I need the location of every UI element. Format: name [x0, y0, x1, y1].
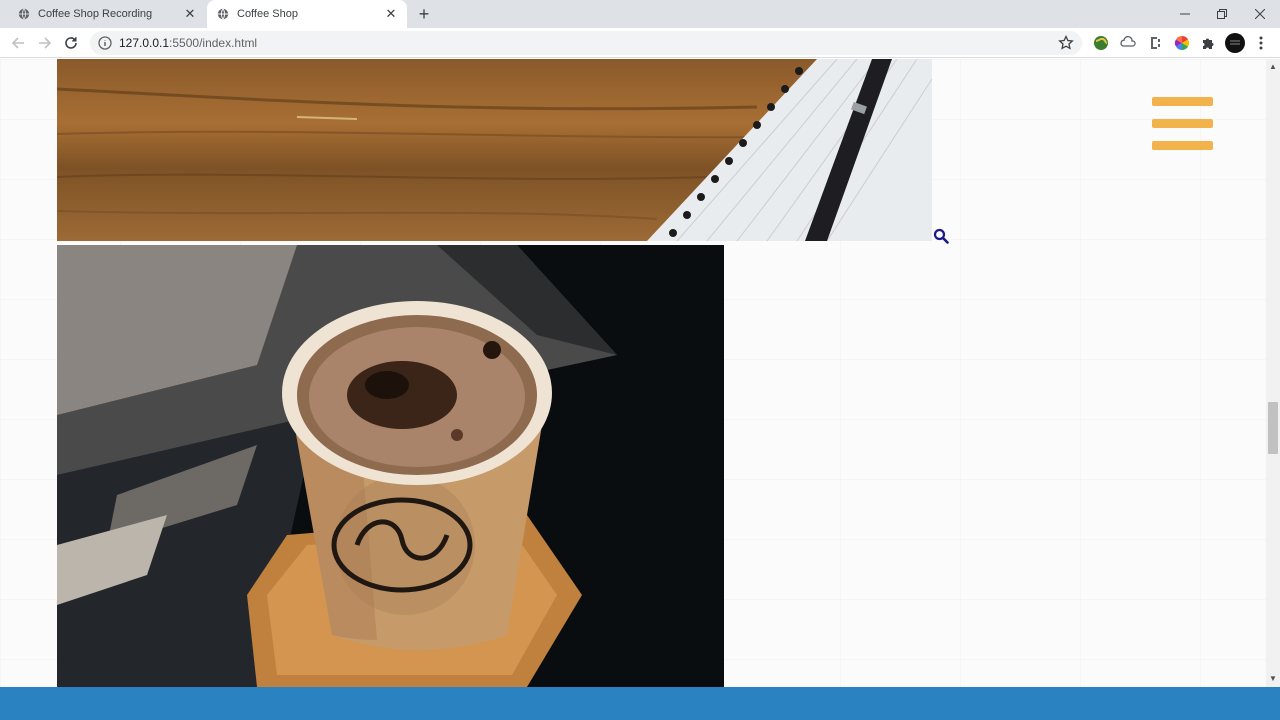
- bookmark-star-icon[interactable]: [1058, 35, 1074, 51]
- restore-button[interactable]: [1203, 0, 1241, 28]
- hamburger-bar: [1152, 141, 1213, 150]
- hamburger-bar: [1152, 97, 1213, 106]
- info-icon[interactable]: [98, 36, 112, 50]
- tab-coffee-shop[interactable]: Coffee Shop ✕: [207, 0, 407, 28]
- reload-button[interactable]: [60, 32, 82, 54]
- desk-photo: [57, 59, 932, 241]
- minimize-button[interactable]: [1166, 0, 1204, 28]
- search-icon[interactable]: [933, 228, 949, 244]
- c-extension-icon[interactable]: [1146, 34, 1164, 52]
- hamburger-bar: [1152, 119, 1213, 128]
- minimize-icon: [1180, 13, 1190, 15]
- forward-button[interactable]: [34, 32, 56, 54]
- coffee-cup-photo: [57, 245, 724, 687]
- globe-extension-icon[interactable]: [1092, 34, 1110, 52]
- puzzle-icon[interactable]: [1199, 34, 1217, 52]
- arrow-left-icon: [11, 37, 24, 49]
- url-text: 127.0.0.1:5500/index.html: [119, 36, 257, 50]
- color-wheel-extension-icon[interactable]: [1173, 34, 1191, 52]
- menu-dots-icon[interactable]: [1252, 34, 1270, 52]
- tab-coffee-shop-recording[interactable]: Coffee Shop Recording ✕: [8, 0, 206, 28]
- url-path: :5500/index.html: [169, 36, 258, 50]
- tab-strip: Coffee Shop Recording ✕ Coffee Shop ✕ +: [0, 0, 1280, 28]
- vertical-scrollbar[interactable]: ▲ ▼: [1266, 59, 1280, 687]
- new-tab-button[interactable]: +: [414, 5, 434, 23]
- close-tab-icon[interactable]: ✕: [383, 6, 399, 22]
- globe-icon: [217, 8, 229, 20]
- close-icon: [1255, 9, 1265, 19]
- address-bar[interactable]: 127.0.0.1:5500/index.html: [90, 31, 1082, 55]
- back-button[interactable]: [7, 32, 29, 54]
- url-host: 127.0.0.1: [119, 36, 170, 50]
- tab-title: Coffee Shop: [237, 8, 298, 20]
- tab-title: Coffee Shop Recording: [38, 8, 153, 20]
- scroll-down-icon[interactable]: ▼: [1269, 675, 1277, 683]
- page-viewport: [0, 59, 1266, 687]
- hamburger-menu-icon[interactable]: [1152, 97, 1213, 150]
- os-taskbar: [0, 687, 1280, 720]
- close-window-button[interactable]: [1241, 0, 1279, 28]
- restore-icon: [1217, 9, 1227, 19]
- reload-icon: [65, 37, 77, 49]
- close-tab-icon[interactable]: ✕: [182, 6, 198, 22]
- scrollbar-thumb[interactable]: [1268, 402, 1278, 454]
- profile-avatar[interactable]: [1225, 33, 1245, 53]
- browser-toolbar: 127.0.0.1:5500/index.html: [0, 28, 1280, 58]
- arrow-right-icon: [39, 37, 52, 49]
- scroll-up-icon[interactable]: ▲: [1269, 63, 1277, 71]
- cloud-extension-icon[interactable]: [1119, 34, 1137, 52]
- globe-icon: [18, 8, 30, 20]
